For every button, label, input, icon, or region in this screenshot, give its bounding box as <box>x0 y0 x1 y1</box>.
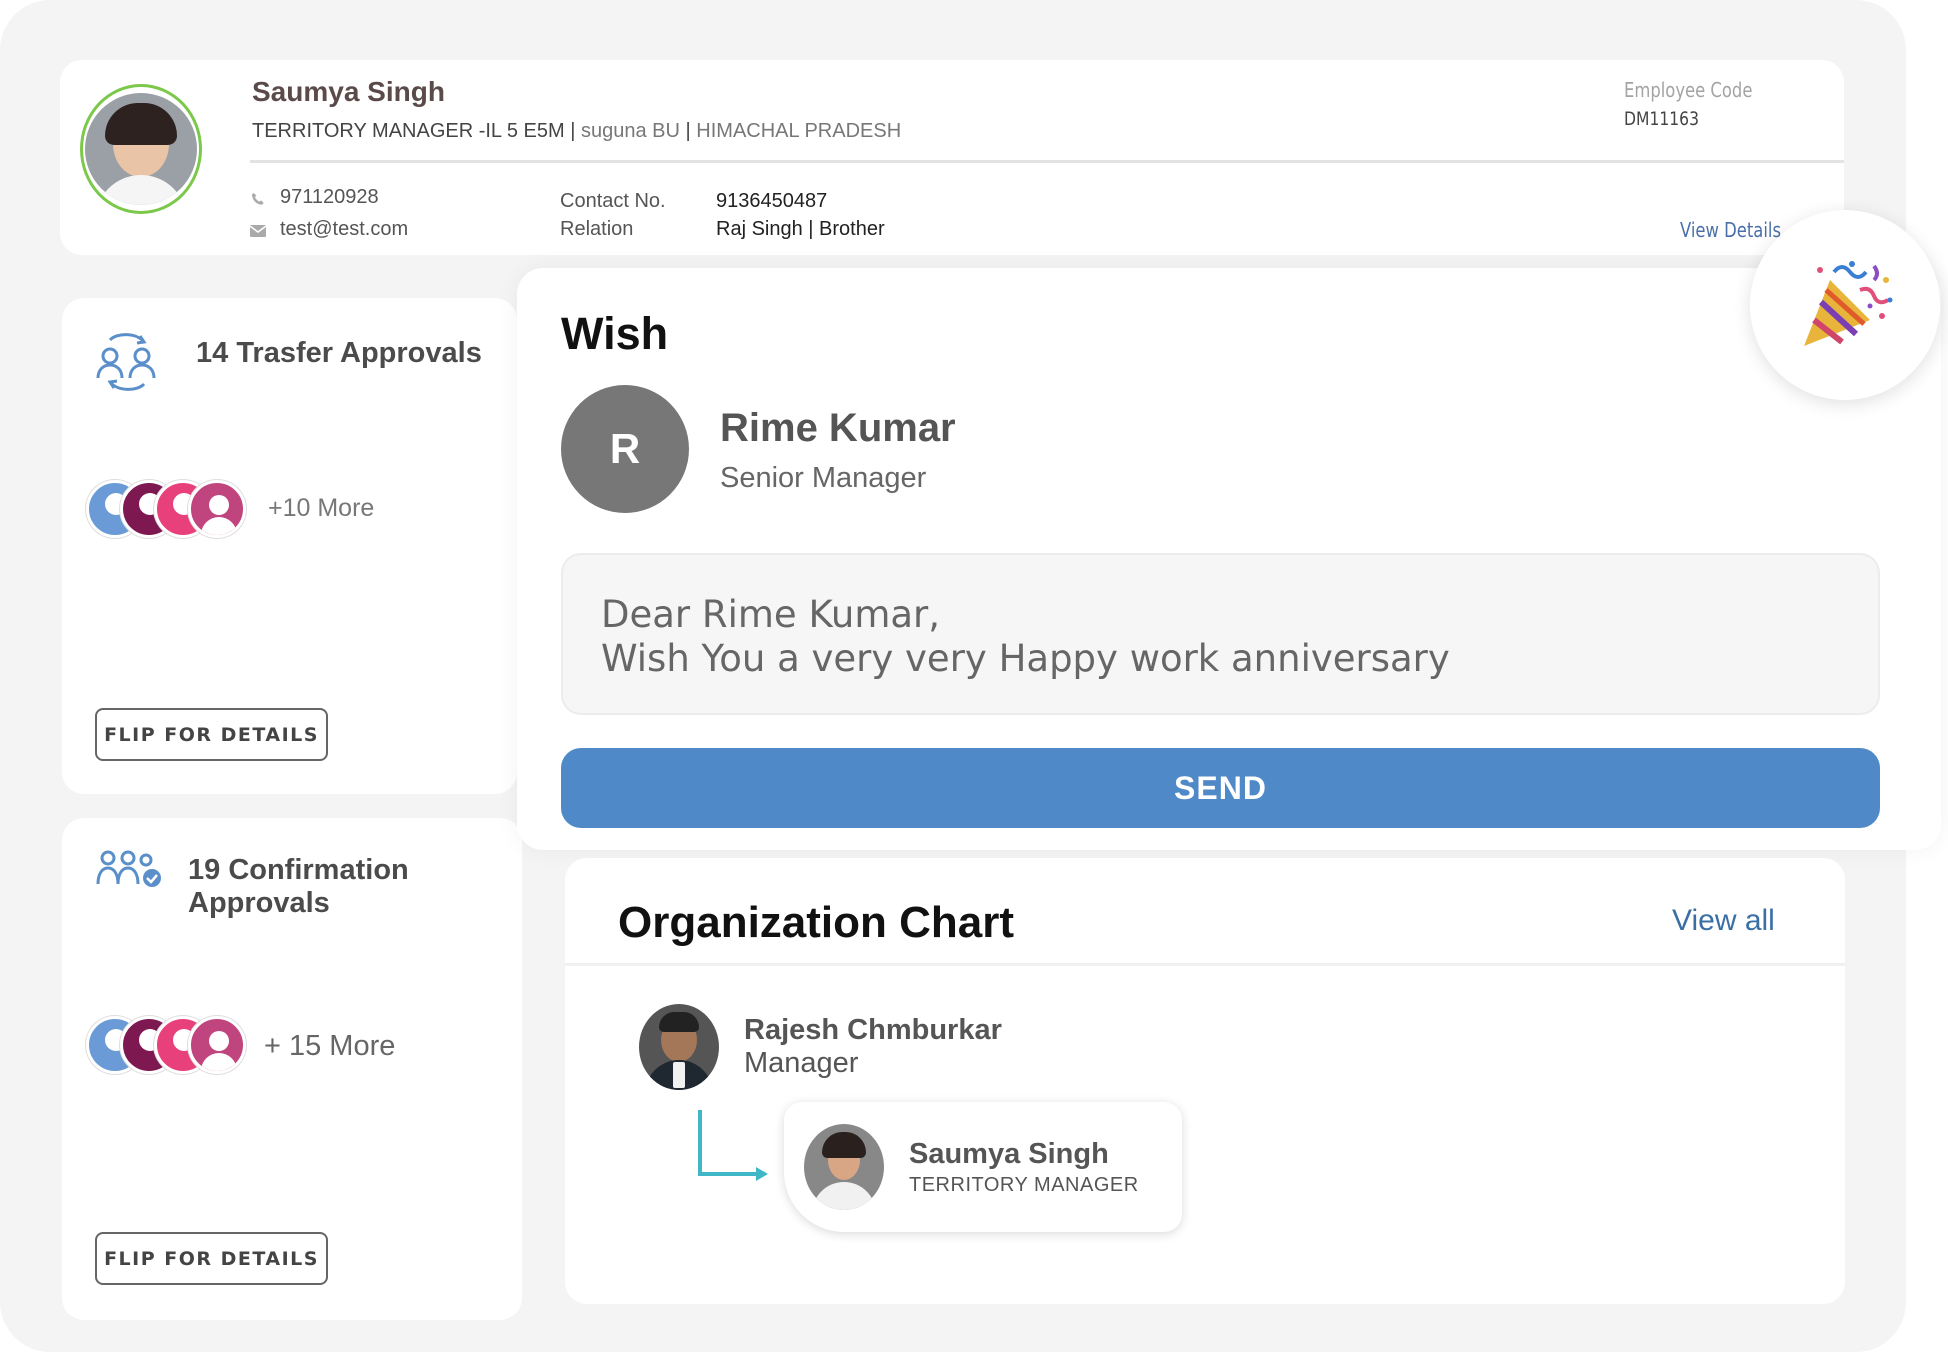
manager-name: Rajesh Chmburkar <box>744 1014 1002 1046</box>
separator: | <box>570 120 581 142</box>
phone-icon <box>251 192 264 205</box>
manager-role: Manager <box>744 1047 859 1079</box>
bu-text: suguna BU <box>581 120 680 142</box>
manager-avatar[interactable] <box>639 1004 719 1090</box>
avatar <box>188 480 246 538</box>
flip-for-details-button[interactable]: FLIP FOR DETAILS <box>95 708 328 761</box>
recipient-avatar: R <box>561 385 689 513</box>
contact-value: 9136450487 <box>716 190 828 212</box>
message-line: Dear Rime Kumar, <box>601 593 941 636</box>
more-count[interactable]: +10 More <box>268 494 374 523</box>
avatar-stack <box>86 480 256 540</box>
party-popper-badge <box>1750 210 1940 400</box>
avatar <box>188 1016 246 1074</box>
people-confirm-icon <box>96 850 161 887</box>
designation-text: TERRITORY MANAGER -IL 5 E5M <box>252 120 565 142</box>
separator: | <box>685 120 697 142</box>
recipient-role: Senior Manager <box>720 462 927 494</box>
confirmation-approvals-title: 19 Confirmation Approvals <box>188 854 409 919</box>
self-name: Saumya Singh <box>909 1138 1109 1170</box>
relation-type: Brother <box>819 218 885 240</box>
org-chart-title: Organization Chart <box>618 898 1015 947</box>
wish-message-input[interactable]: Dear Rime Kumar, Wish You a very very Ha… <box>561 553 1880 715</box>
self-role: TERRITORY MANAGER <box>909 1174 1139 1196</box>
view-all-link[interactable]: View all <box>1672 904 1775 938</box>
profile-name: Saumya Singh <box>252 76 445 107</box>
profile-designation: TERRITORY MANAGER -IL 5 E5M | suguna BU … <box>252 120 901 143</box>
relation-name: Raj Singh <box>716 218 803 240</box>
self-avatar <box>804 1124 884 1210</box>
transfer-approvals-title: 14 Trasfer Approvals <box>196 337 482 369</box>
wish-title: Wish <box>561 308 669 359</box>
mail-icon <box>250 225 266 237</box>
relation-value: Raj Singh | Brother <box>716 218 885 241</box>
header-divider <box>250 160 1844 163</box>
view-details-link[interactable]: View Details <box>1680 218 1781 242</box>
phone-number[interactable]: 971120928 <box>280 186 379 209</box>
employee-code-value: DM11163 <box>1624 108 1700 130</box>
party-popper-icon <box>1804 261 1893 346</box>
separator: | <box>808 218 820 240</box>
location-text: HIMACHAL PRADESH <box>696 120 902 142</box>
contact-label: Contact No. <box>560 190 666 212</box>
people-transfer-icon <box>96 333 156 391</box>
recipient-name: Rime Kumar <box>720 406 956 450</box>
more-count[interactable]: + 15 More <box>264 1030 395 1063</box>
flip-for-details-button[interactable]: FLIP FOR DETAILS <box>95 1232 328 1285</box>
org-chart-divider <box>565 963 1845 966</box>
send-button[interactable]: SEND <box>561 748 1880 828</box>
avatar-stack <box>86 1016 256 1076</box>
relation-label: Relation <box>560 218 634 240</box>
org-connector-arrow <box>698 1110 768 1181</box>
employee-code-label: Employee Code <box>1624 78 1753 102</box>
message-line: Wish You a very very Happy work annivers… <box>601 637 1450 680</box>
profile-avatar[interactable] <box>80 84 202 214</box>
email-address[interactable]: test@test.com <box>280 218 408 241</box>
